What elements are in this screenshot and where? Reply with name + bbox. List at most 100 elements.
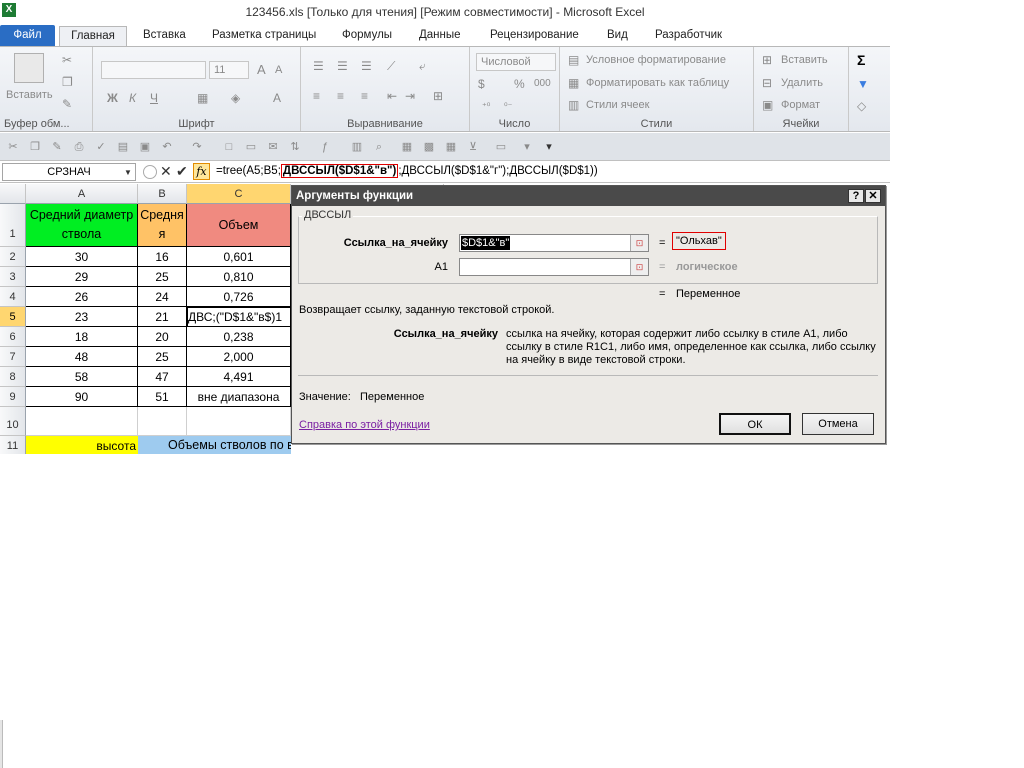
ok-button[interactable]: ОК (719, 413, 791, 435)
cancel-formula-icon[interactable]: ✕ (160, 163, 172, 180)
grid-icon[interactable]: ▦ (444, 140, 458, 154)
cell-a[interactable]: 90 (26, 387, 138, 407)
cell-b[interactable]: 25 (138, 267, 187, 287)
cell-c10[interactable] (187, 407, 291, 436)
align-left-icon[interactable]: ≡ (313, 89, 320, 103)
cut-icon[interactable]: ✂ (6, 140, 20, 154)
active-cell-c5[interactable]: 1($D$1&"в");ДВС (187, 307, 291, 327)
insert-cells-button[interactable]: Вставить (781, 54, 828, 66)
freeze-icon[interactable]: ▩ (422, 140, 436, 154)
column-header-b[interactable]: B (138, 184, 187, 204)
row-header[interactable]: 8 (0, 367, 26, 387)
cell-b[interactable]: 21 (138, 307, 187, 327)
format-cells-button[interactable]: Формат (781, 99, 820, 111)
enter-formula-icon[interactable]: ✔ (176, 163, 188, 180)
save-icon[interactable]: ▣ (138, 140, 152, 154)
tab-developer[interactable]: Разработчик (655, 26, 722, 46)
format-painter-icon[interactable]: ✎ (62, 97, 72, 111)
align-top-icon[interactable]: ☰ (313, 59, 324, 73)
border-icon[interactable]: ▭ (494, 140, 508, 154)
undo-icon[interactable]: ↶ (160, 140, 174, 154)
borders-icon[interactable]: ▦ (197, 91, 208, 105)
cell-a[interactable]: 23 (26, 307, 138, 327)
increase-decimal-icon[interactable]: ⁺⁰ (482, 99, 490, 113)
shrink-font-icon[interactable]: A (275, 63, 282, 77)
cell-a1[interactable]: Средний диаметр ствола (26, 204, 138, 247)
orientation-icon[interactable]: ⟋ (387, 59, 395, 73)
cancel-button[interactable]: Отмена (802, 413, 874, 435)
increase-indent-icon[interactable]: ⇥ (405, 89, 415, 103)
row-header[interactable]: 9 (0, 387, 26, 407)
align-bottom-icon[interactable]: ☰ (361, 59, 372, 73)
paste-button[interactable]: Вставить (6, 89, 53, 101)
cell-a11[interactable]: высота (26, 436, 138, 454)
cell-b[interactable]: 16 (138, 247, 187, 267)
align-center-icon[interactable]: ≡ (337, 89, 344, 103)
row-header[interactable]: 7 (0, 347, 26, 367)
help-link[interactable]: Справка по этой функции (299, 419, 430, 431)
customize-qat-icon[interactable]: ▾ (542, 140, 556, 154)
column-header-c[interactable]: C (187, 184, 291, 204)
format-painter-icon[interactable]: ✎ (50, 140, 64, 154)
cell-a[interactable]: 58 (26, 367, 138, 387)
tab-view[interactable]: Вид (607, 26, 628, 46)
collapse-dialog-icon[interactable]: ⊡ (630, 235, 648, 251)
tab-formulas[interactable]: Формулы (342, 26, 392, 46)
open-icon[interactable]: ▭ (244, 140, 258, 154)
cell-a10[interactable] (26, 407, 138, 436)
clear-icon[interactable]: ◇ (857, 99, 866, 113)
column-header-a[interactable]: A (26, 184, 138, 204)
cut-icon[interactable]: ✂ (62, 53, 72, 67)
tab-page-layout[interactable]: Разметка страницы (212, 26, 316, 46)
name-box-dropdown-icon[interactable]: ▼ (124, 168, 132, 177)
decrease-indent-icon[interactable]: ⇤ (387, 89, 397, 103)
cell-b[interactable]: 24 (138, 287, 187, 307)
conditional-format-button[interactable]: Условное форматирование (586, 54, 726, 66)
cell-a[interactable]: 30 (26, 247, 138, 267)
italic-button[interactable]: К (129, 91, 136, 105)
cell-c[interactable]: 0,601 (187, 247, 291, 267)
percent-button[interactable]: % (514, 77, 525, 91)
cell-b[interactable]: 25 (138, 347, 187, 367)
tab-data[interactable]: Данные (419, 26, 461, 46)
argument-input-a1[interactable]: ⊡ (459, 258, 649, 276)
wrap-text-icon[interactable]: ⤶ (419, 59, 426, 73)
filter-icon[interactable]: ⊻ (466, 140, 480, 154)
name-box[interactable]: СРЗНАЧ (2, 163, 136, 181)
font-name-select[interactable] (101, 61, 206, 79)
new-icon[interactable]: □ (222, 140, 236, 154)
autosum-button[interactable]: Σ (857, 53, 865, 67)
paste-icon[interactable] (14, 53, 44, 83)
chart-icon[interactable]: ▥ (350, 140, 364, 154)
cell-b[interactable]: 51 (138, 387, 187, 407)
print-icon[interactable]: ⎙ (72, 140, 86, 154)
cell-c[interactable]: 0,810 (187, 267, 291, 287)
cell-c[interactable]: 0,726 (187, 287, 291, 307)
row-header[interactable]: 4 (0, 287, 26, 307)
spell-icon[interactable]: ✓ (94, 140, 108, 154)
table-icon[interactable]: ▦ (400, 140, 414, 154)
preview-icon[interactable]: ▤ (116, 140, 130, 154)
number-format-select[interactable]: Числовой (476, 53, 556, 71)
currency-icon[interactable]: $ (478, 77, 485, 91)
help-button[interactable]: ? (848, 189, 864, 203)
fx-icon[interactable]: ƒ (318, 140, 332, 154)
cell-c[interactable]: 0,238 (187, 327, 291, 347)
copy-icon[interactable]: ❐ (28, 140, 42, 154)
email-icon[interactable]: ✉ (266, 140, 280, 154)
cell-a[interactable]: 29 (26, 267, 138, 287)
cell-a[interactable]: 26 (26, 287, 138, 307)
row-header[interactable]: 5 (0, 307, 26, 327)
fill-color-icon[interactable]: ◈ (231, 91, 240, 105)
bold-button[interactable]: Ж (107, 91, 118, 105)
row-header[interactable]: 11 (0, 436, 26, 454)
format-as-table-button[interactable]: Форматировать как таблицу (586, 77, 729, 89)
merge-center-icon[interactable]: ⊞ (433, 89, 443, 103)
align-middle-icon[interactable]: ☰ (337, 59, 348, 73)
tab-file[interactable]: Файл (0, 25, 55, 46)
row-header[interactable]: 3 (0, 267, 26, 287)
sort-icon[interactable]: ⇅ (288, 140, 302, 154)
insert-function-button[interactable]: fx (193, 163, 210, 180)
cell-styles-button[interactable]: Стили ячеек (586, 99, 649, 111)
tab-insert[interactable]: Вставка (143, 26, 186, 46)
